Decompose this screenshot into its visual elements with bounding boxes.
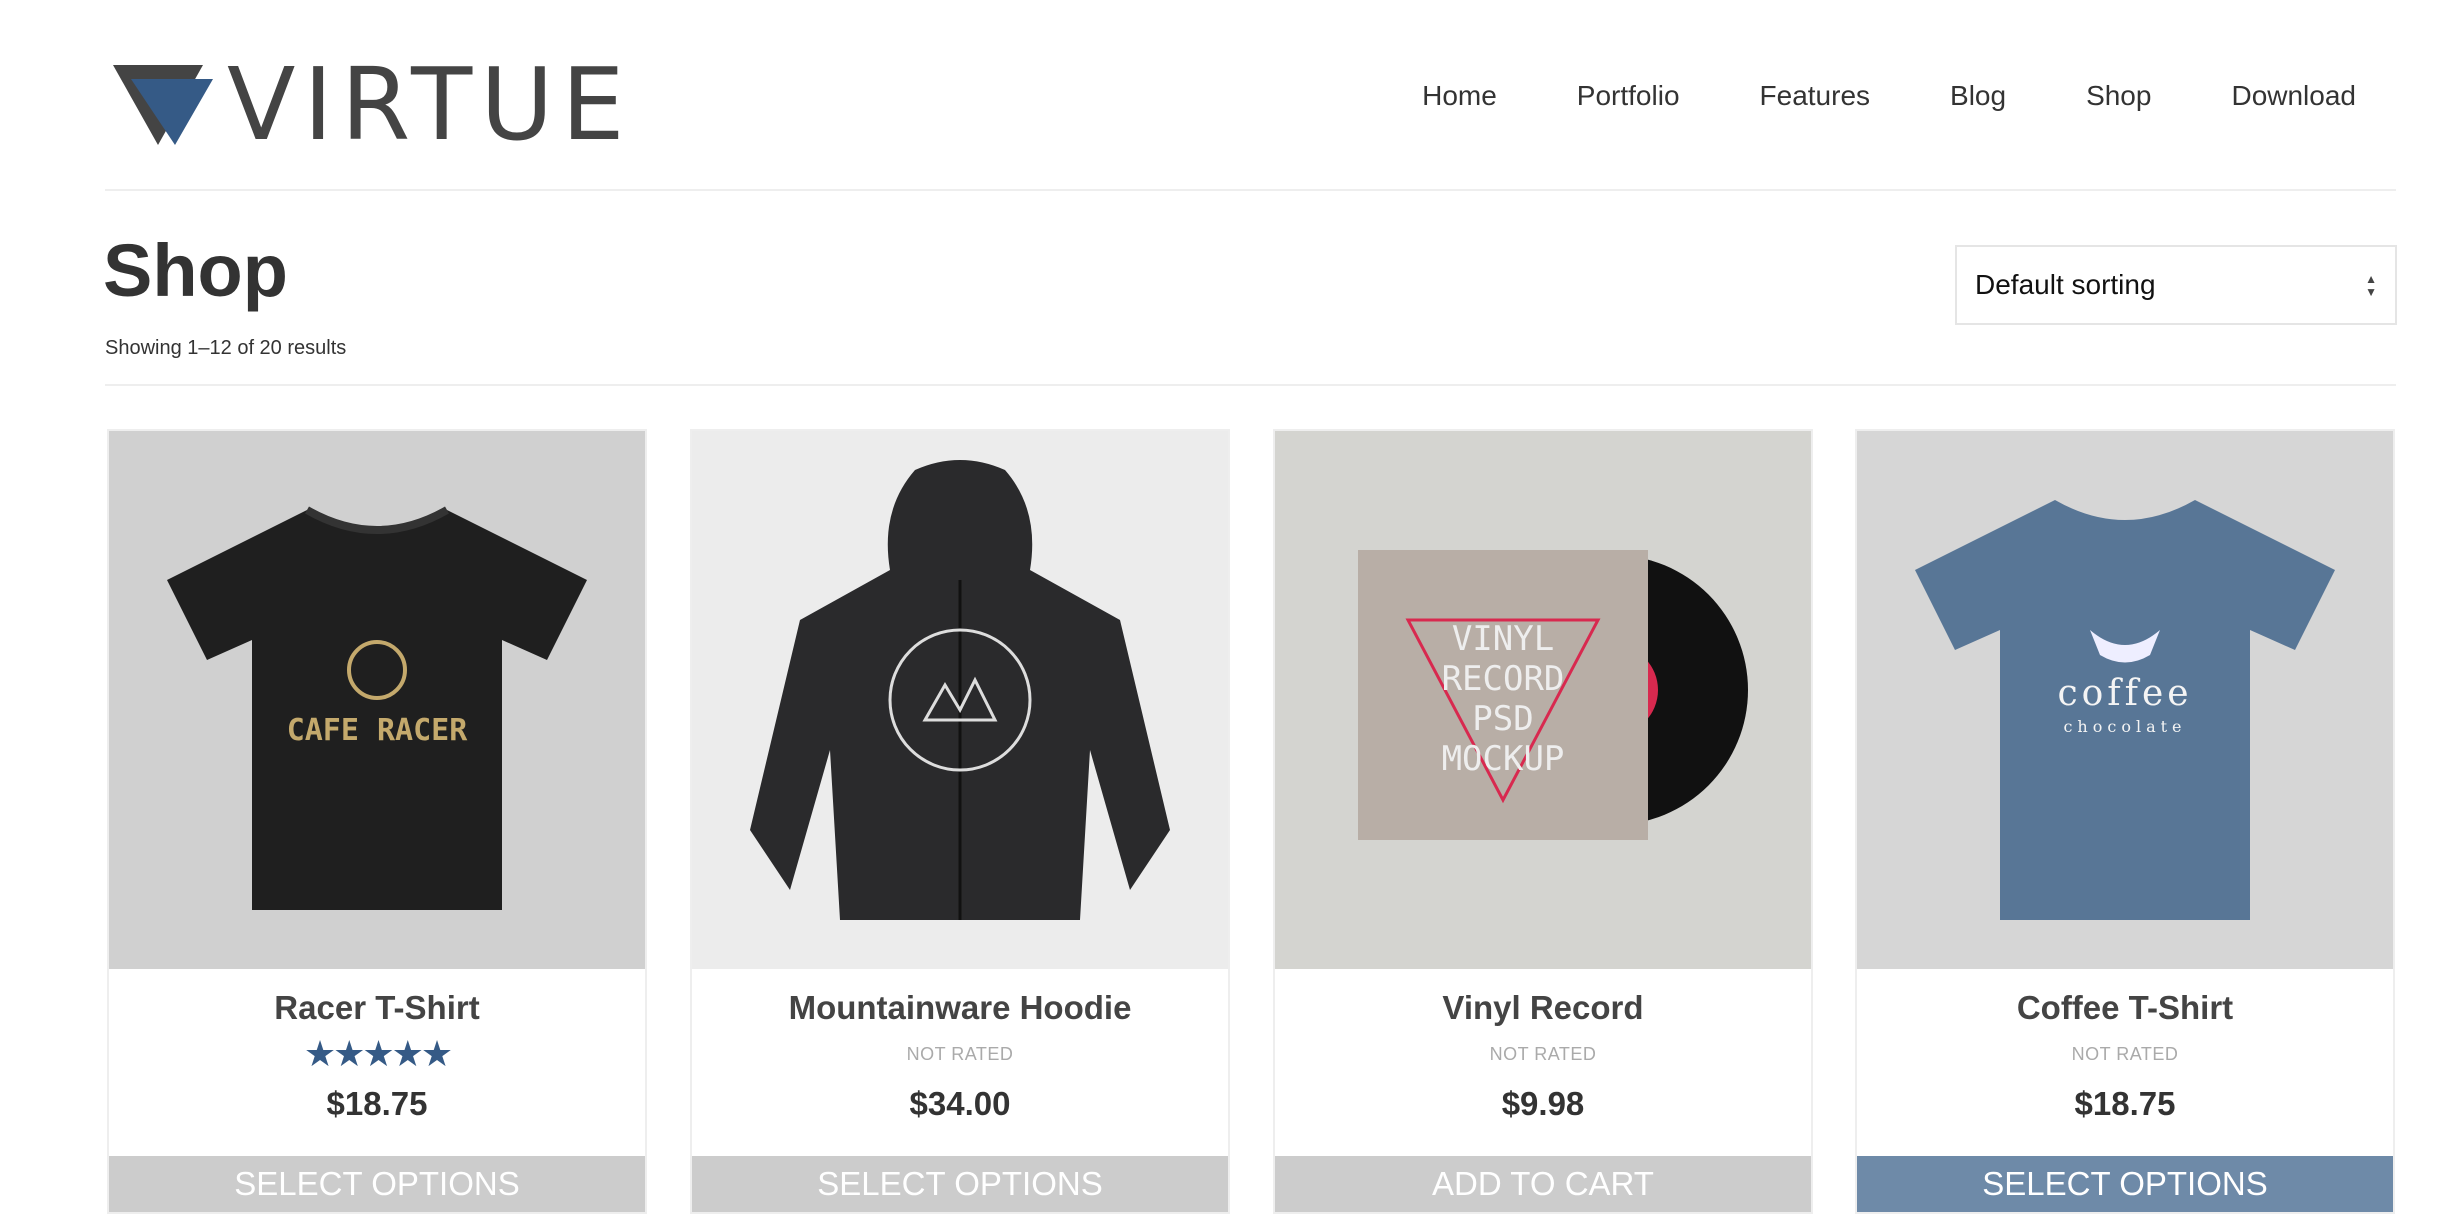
select-options-button[interactable]: SELECT OPTIONS — [109, 1156, 645, 1212]
logo-text: VIRTUE — [227, 46, 633, 163]
product-image-vinyl-record[interactable]: VINYL RECORD PSD MOCKUP — [1275, 431, 1811, 969]
product-name[interactable]: Mountainware Hoodie — [692, 989, 1228, 1027]
product-card: VINYL RECORD PSD MOCKUP Vinyl Record NOT RA… — [1273, 429, 1813, 1214]
add-to-cart-button[interactable]: ADD TO CART — [1275, 1156, 1811, 1212]
product-image-mountainware-hoodie[interactable] — [692, 431, 1228, 969]
product-price: $18.75 — [2074, 1085, 2176, 1122]
select-options-button[interactable]: SELECT OPTIONS — [692, 1156, 1228, 1212]
nav-home[interactable]: Home — [1422, 80, 1497, 112]
logo-triangle-icon — [113, 65, 213, 145]
select-arrows-icon: ▲ ▼ — [2365, 271, 2377, 299]
svg-text:RECORD: RECORD — [1442, 659, 1565, 699]
rating-status: NOT RATED — [906, 1043, 1014, 1064]
product-price: $18.75 — [326, 1085, 428, 1122]
nav-shop[interactable]: Shop — [2086, 80, 2151, 112]
select-options-button[interactable]: SELECT OPTIONS — [1857, 1156, 2393, 1212]
product-card: coffee chocolate Coffee T-Shirt NOT RATED… — [1855, 429, 2395, 1214]
rating-status: NOT RATED — [1489, 1043, 1597, 1064]
svg-text:chocolate: chocolate — [2063, 717, 2186, 736]
nav-download[interactable]: Download — [2231, 80, 2356, 112]
product-image-coffee-tshirt[interactable]: coffee chocolate — [1857, 431, 2393, 969]
page-title: Shop — [103, 229, 288, 312]
product-price: $34.00 — [909, 1085, 1011, 1122]
star-rating: ★★★★★ — [109, 1027, 645, 1081]
product-price: $9.98 — [1501, 1085, 1585, 1122]
product-name[interactable]: Coffee T-Shirt — [1857, 989, 2393, 1027]
sorting-value: Default sorting — [1975, 269, 2156, 300]
product-name[interactable]: Vinyl Record — [1275, 989, 1811, 1027]
result-count: Showing 1–12 of 20 results — [105, 337, 347, 359]
product-card: CAFE RACER Racer T-Shirt ★★★★★ $18.75 SE… — [107, 429, 647, 1214]
sorting-select[interactable]: Default sorting ▲ ▼ — [1955, 245, 2397, 325]
rating-status: NOT RATED — [2071, 1043, 2179, 1064]
stars-icon: ★★★★★ — [303, 1033, 453, 1074]
product-image-racer-tshirt[interactable]: CAFE RACER — [109, 431, 645, 969]
nav-blog[interactable]: Blog — [1950, 80, 2006, 112]
product-name[interactable]: Racer T-Shirt — [109, 989, 645, 1027]
nav-features[interactable]: Features — [1760, 80, 1871, 112]
svg-text:PSD: PSD — [1472, 699, 1533, 739]
header-divider — [105, 189, 2396, 191]
svg-text:VINYL: VINYL — [1452, 619, 1554, 659]
svg-text:CAFE RACER: CAFE RACER — [287, 713, 469, 748]
site-logo[interactable]: VIRTUE — [113, 55, 633, 155]
svg-text:MOCKUP: MOCKUP — [1442, 739, 1565, 779]
product-card: Mountainware Hoodie NOT RATED $34.00 SEL… — [690, 429, 1230, 1214]
content-divider — [105, 384, 2396, 386]
svg-text:coffee: coffee — [2057, 673, 2192, 714]
main-nav: Home Portfolio Features Blog Shop Downlo… — [1422, 80, 2356, 112]
nav-portfolio[interactable]: Portfolio — [1577, 80, 1680, 112]
